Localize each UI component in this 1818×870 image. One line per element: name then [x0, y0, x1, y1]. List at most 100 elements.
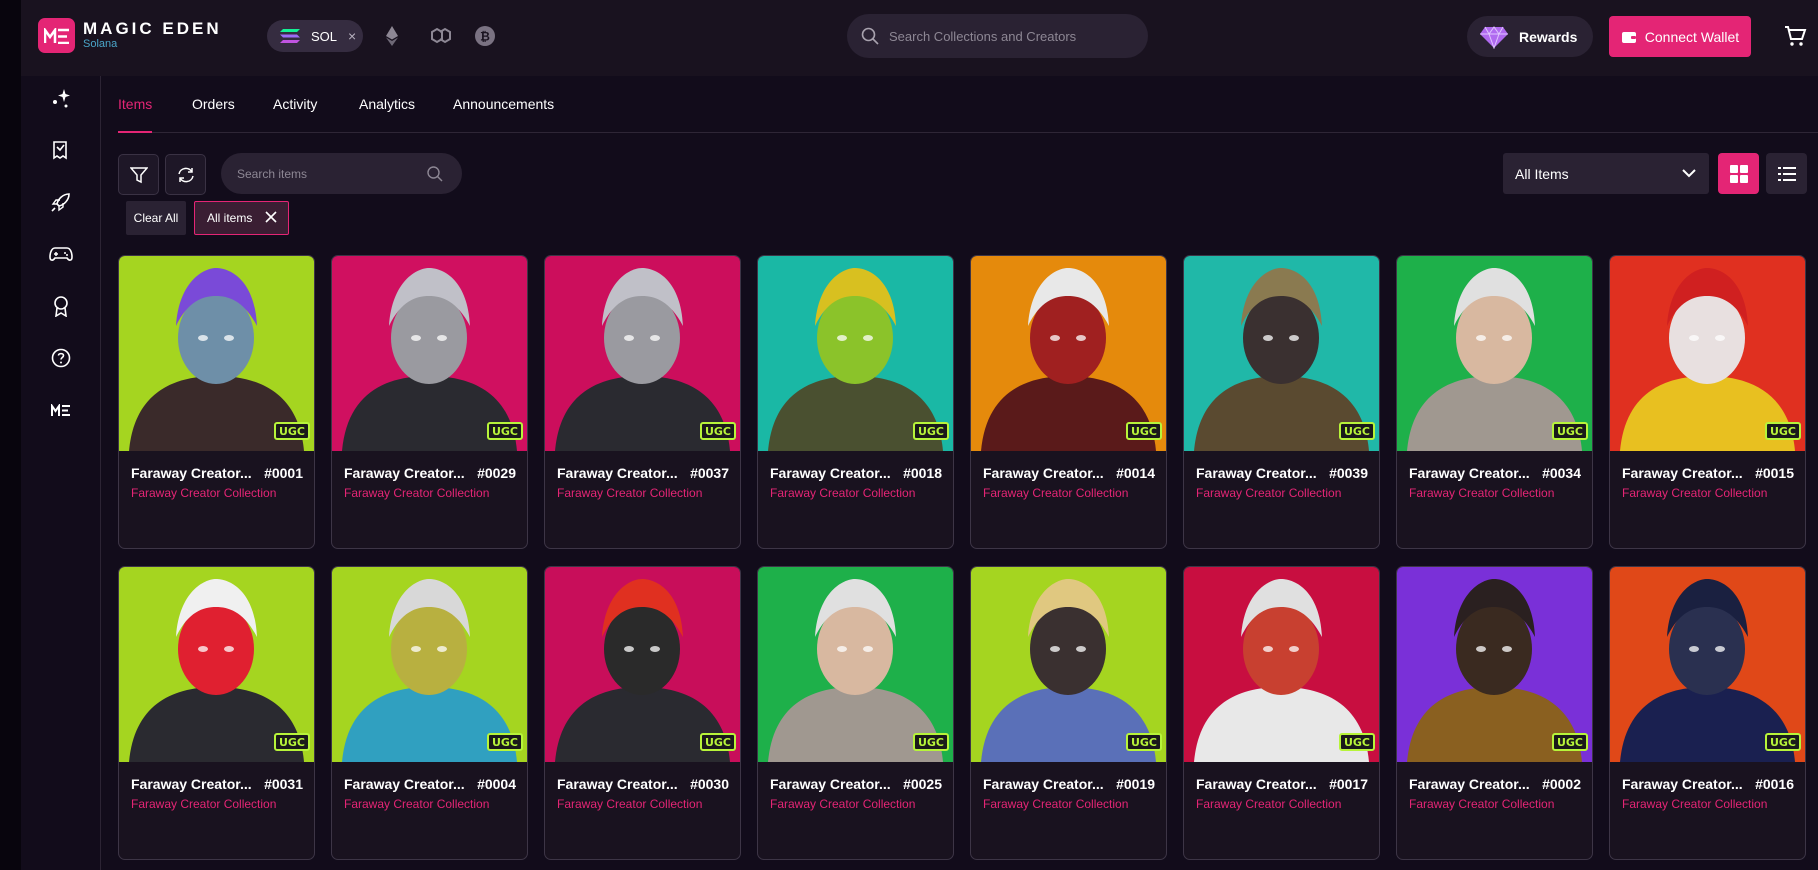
tab-announcements[interactable]: Announcements — [453, 96, 554, 133]
nft-collection-link[interactable]: Faraway Creator Collection — [1622, 486, 1767, 500]
brand-network: Solana — [83, 38, 118, 50]
ugc-badge: UGC — [487, 733, 523, 751]
active-filter-chip[interactable]: All items — [194, 201, 289, 235]
nft-image[interactable]: UGC — [332, 256, 527, 451]
magic-eden-nav-icon[interactable] — [49, 398, 73, 422]
nft-image[interactable]: UGC — [119, 567, 314, 762]
nft-card[interactable]: UGC Faraway Creator... #0002 Faraway Creato… — [1396, 566, 1593, 860]
nft-title: Faraway Creator... #0039 — [1196, 465, 1368, 481]
nft-image[interactable]: UGC — [1184, 256, 1379, 451]
brand-logo[interactable]: MAGIC EDEN Solana — [38, 18, 222, 53]
tab-activity[interactable]: Activity — [273, 96, 317, 133]
filter-icon — [129, 166, 148, 183]
ugc-badge: UGC — [1339, 422, 1375, 440]
search-items-input[interactable] — [237, 166, 427, 181]
nft-collection-link[interactable]: Faraway Creator Collection — [557, 797, 702, 811]
nft-card[interactable]: UGC Faraway Creator... #0031 Faraway Creato… — [118, 566, 315, 860]
receipt-icon[interactable] — [49, 138, 73, 162]
refresh-button[interactable] — [165, 154, 206, 195]
nft-card[interactable]: UGC Faraway Creator... #0014 Faraway Creato… — [970, 255, 1167, 549]
nft-card[interactable]: UGC Faraway Creator... #0018 Faraway Creato… — [757, 255, 954, 549]
nft-image[interactable]: UGC — [332, 567, 527, 762]
nft-image[interactable]: UGC — [1610, 256, 1805, 451]
wallet-icon — [1621, 31, 1636, 43]
ugc-badge: UGC — [913, 733, 949, 751]
nft-image[interactable]: UGC — [1397, 256, 1592, 451]
nft-card[interactable]: UGC Faraway Creator... #0015 Faraway Creato… — [1609, 255, 1806, 549]
help-icon[interactable] — [49, 346, 73, 370]
nft-card[interactable]: UGC Faraway Creator... #0025 Faraway Creato… — [757, 566, 954, 860]
nft-image[interactable]: UGC — [971, 567, 1166, 762]
collection-tabs: Items Orders Activity Analytics Announce… — [118, 76, 1818, 133]
award-icon[interactable] — [49, 294, 73, 318]
clear-all-filters-button[interactable]: Clear All — [126, 201, 186, 235]
ethereum-icon[interactable] — [380, 24, 404, 48]
ugc-badge: UGC — [487, 422, 523, 440]
connect-wallet-button[interactable]: Connect Wallet — [1609, 16, 1751, 57]
nft-card[interactable]: UGC Faraway Creator... #0034 Faraway Creato… — [1396, 255, 1593, 549]
polygon-icon[interactable] — [429, 24, 453, 48]
ugc-badge: UGC — [1552, 422, 1588, 440]
nft-card[interactable]: UGC Faraway Creator... #0016 Faraway Creato… — [1609, 566, 1806, 860]
nft-image[interactable]: UGC — [119, 256, 314, 451]
nft-image[interactable]: UGC — [545, 567, 740, 762]
grid-view-button[interactable] — [1718, 153, 1759, 194]
nft-image[interactable]: UGC — [971, 256, 1166, 451]
nft-collection-link[interactable]: Faraway Creator Collection — [983, 797, 1128, 811]
nft-number: #0037 — [690, 465, 729, 481]
nft-card[interactable]: UGC Faraway Creator... #0001 Faraway Creato… — [118, 255, 315, 549]
bitcoin-icon[interactable]: ₿ — [473, 24, 497, 48]
global-search-input[interactable] — [889, 28, 1129, 44]
nft-collection-link[interactable]: Faraway Creator Collection — [344, 486, 489, 500]
gamepad-icon[interactable] — [49, 242, 73, 266]
search-items-bar[interactable] — [221, 153, 462, 194]
tab-analytics[interactable]: Analytics — [359, 96, 415, 133]
nft-collection-link[interactable]: Faraway Creator Collection — [1622, 797, 1767, 811]
nft-number: #0014 — [1116, 465, 1155, 481]
nft-collection-link[interactable]: Faraway Creator Collection — [770, 797, 915, 811]
tab-items[interactable]: Items — [118, 96, 153, 133]
nft-card[interactable]: UGC Faraway Creator... #0029 Faraway Creato… — [331, 255, 528, 549]
nft-image[interactable]: UGC — [1610, 567, 1805, 762]
rewards-button[interactable]: Rewards — [1467, 16, 1593, 57]
global-search-bar[interactable] — [847, 14, 1148, 58]
nft-title: Faraway Creator... #0019 — [983, 776, 1155, 792]
nft-collection-link[interactable]: Faraway Creator Collection — [557, 486, 702, 500]
nft-image[interactable]: UGC — [758, 256, 953, 451]
chain-filter-sol[interactable]: SOL × — [267, 20, 363, 52]
close-icon[interactable] — [264, 210, 278, 224]
nft-collection-link[interactable]: Faraway Creator Collection — [983, 486, 1128, 500]
nft-collection-link[interactable]: Faraway Creator Collection — [1196, 486, 1341, 500]
list-view-button[interactable] — [1766, 153, 1807, 194]
nft-title: Faraway Creator... #0037 — [557, 465, 729, 481]
nft-card[interactable]: UGC Faraway Creator... #0017 Faraway Creato… — [1183, 566, 1380, 860]
nft-name: Faraway Creator... — [1409, 776, 1530, 792]
nft-collection-link[interactable]: Faraway Creator Collection — [1409, 797, 1554, 811]
nft-card[interactable]: UGC Faraway Creator... #0037 Faraway Creato… — [544, 255, 741, 549]
nft-collection-link[interactable]: Faraway Creator Collection — [131, 486, 276, 500]
items-grid: UGC Faraway Creator... #0001 Faraway Creato… — [118, 255, 1818, 870]
nft-collection-link[interactable]: Faraway Creator Collection — [1409, 486, 1554, 500]
chain-filter-close-icon[interactable]: × — [348, 28, 356, 44]
active-filter-label: All items — [207, 211, 253, 225]
nft-card[interactable]: UGC Faraway Creator... #0039 Faraway Creato… — [1183, 255, 1380, 549]
nft-image[interactable]: UGC — [545, 256, 740, 451]
nft-collection-link[interactable]: Faraway Creator Collection — [770, 486, 915, 500]
cart-icon[interactable] — [1783, 24, 1807, 48]
nft-image[interactable]: UGC — [758, 567, 953, 762]
nft-card[interactable]: UGC Faraway Creator... #0019 Faraway Creato… — [970, 566, 1167, 860]
tab-orders[interactable]: Orders — [192, 96, 235, 133]
rocket-icon[interactable] — [49, 190, 73, 214]
sparkle-icon[interactable] — [49, 86, 73, 110]
items-sort-select[interactable]: All Items — [1503, 153, 1709, 194]
nft-collection-link[interactable]: Faraway Creator Collection — [131, 797, 276, 811]
nft-card[interactable]: UGC Faraway Creator... #0030 Faraway Creato… — [544, 566, 741, 860]
nft-collection-link[interactable]: Faraway Creator Collection — [344, 797, 489, 811]
nft-title: Faraway Creator... #0016 — [1622, 776, 1794, 792]
nft-collection-link[interactable]: Faraway Creator Collection — [1196, 797, 1341, 811]
nft-image[interactable]: UGC — [1184, 567, 1379, 762]
nft-card[interactable]: UGC Faraway Creator... #0004 Faraway Creato… — [331, 566, 528, 860]
nft-image[interactable]: UGC — [1397, 567, 1592, 762]
ugc-badge: UGC — [1339, 733, 1375, 751]
filter-button[interactable] — [118, 154, 159, 195]
